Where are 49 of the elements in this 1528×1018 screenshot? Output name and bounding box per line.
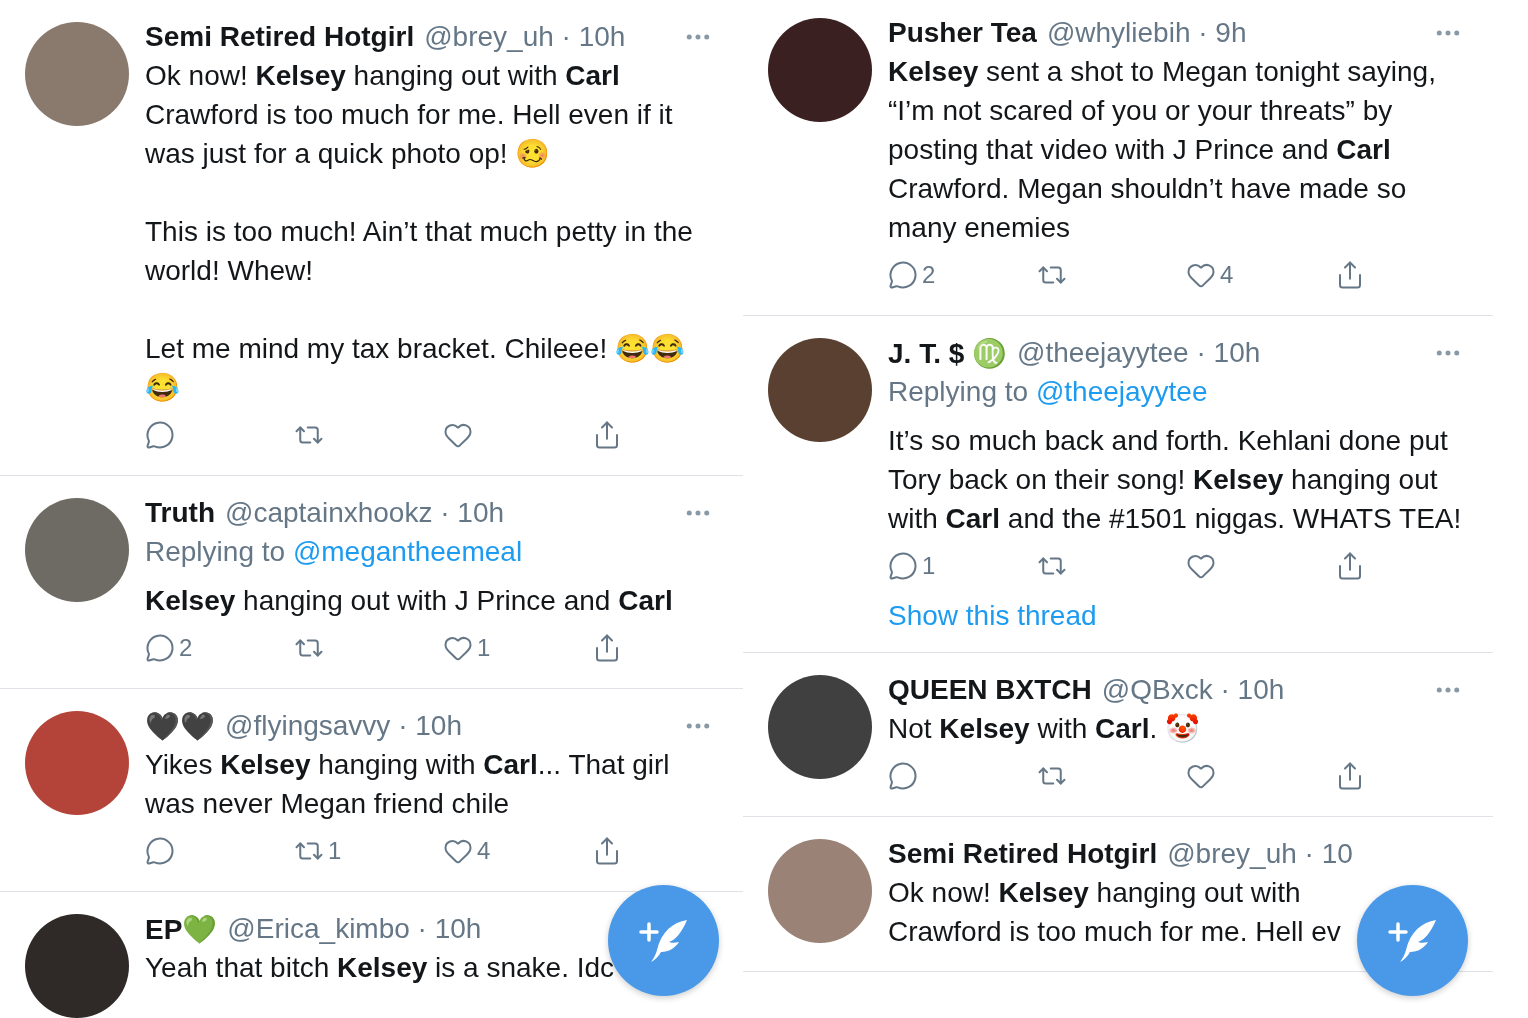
tweet-text: Let me mind my tax bracket. Chileee! 😂😂😂 xyxy=(145,332,686,405)
speech-bubble-icon xyxy=(888,551,918,581)
like-button[interactable]: 1 xyxy=(443,633,491,663)
user-name: 🖤🖤 xyxy=(145,709,215,743)
tweet-text: Kelsey hanging out with J Prince and Carl xyxy=(145,584,674,618)
mention-link[interactable]: @megantheemeal xyxy=(292,536,523,567)
retweet-button[interactable]: 1 xyxy=(294,836,342,866)
user-handle: @theejayytee · 10h xyxy=(1017,337,1261,369)
reply-button[interactable] xyxy=(145,420,175,450)
user-name: QUEEN BXTCH xyxy=(888,674,1092,706)
user-name: EP💚 xyxy=(145,912,218,946)
speech-bubble-icon xyxy=(145,836,175,866)
tweet-text: Yikes Kelsey hanging with Carl... That girl was never Megan friend chile xyxy=(145,748,671,821)
user-handle: @flyingsavvy · 10h xyxy=(225,710,462,742)
tweet-text: It’s so much back and forth. Kehlani done put Tory back on their song! Kelsey hanging out with Carl and the #1501 niggas. WHATS TEA! xyxy=(888,424,1463,536)
user-name: J. T. $ ♍ xyxy=(888,336,1008,370)
like-button[interactable]: 4 xyxy=(1186,260,1234,290)
replying-to: Replying to @megantheemeal xyxy=(145,535,524,569)
tweet-text: Yeah that bitch Kelsey is a snake. Idc xyxy=(145,951,615,985)
reply-button[interactable] xyxy=(145,836,175,866)
speech-bubble-icon xyxy=(145,633,175,663)
user-name: Truth xyxy=(145,497,215,529)
tweet-text: Ok now! Kelsey hanging out with Carl Crawford is too much for me. Hell even if it was just for a quick photo op! 🥴 xyxy=(145,59,674,171)
compose-button[interactable] xyxy=(1357,885,1468,996)
user-name: Pusher Tea xyxy=(888,17,1037,49)
tweet-text: Kelsey sent a shot to Megan tonight saying, “I’m not scared of you or your threats” by posting that video with J Prince and Carl Crawford. Megan shouldn’t have made so many enemies xyxy=(888,55,1437,245)
user-handle: @QBxck · 10h xyxy=(1101,674,1285,706)
user-handle: @brey_uh · 10h xyxy=(424,21,626,53)
like-button[interactable]: 4 xyxy=(443,836,491,866)
reply-button[interactable]: 2 xyxy=(145,633,193,663)
reply-button[interactable] xyxy=(888,761,918,791)
tweet-text: Not Kelsey with Carl. 🤡 xyxy=(888,712,1202,746)
user-handle: @Erica_kimbo · 10h xyxy=(227,913,482,945)
user-handle: @captainxhookz · 10h xyxy=(225,497,505,529)
speech-bubble-icon xyxy=(145,420,175,450)
tweet-text: Ok now! Kelsey hanging out with xyxy=(888,876,1301,910)
tweet-text: Crawford is too much for me. Hell ev xyxy=(888,915,1341,949)
reply-button[interactable]: 1 xyxy=(888,551,936,581)
reply-button[interactable]: 2 xyxy=(888,260,936,290)
replying-to: Replying to @theejayytee xyxy=(888,375,1209,409)
speech-bubble-icon xyxy=(888,761,918,791)
user-name: Semi Retired Hotgirl xyxy=(145,21,415,53)
user-handle: @brey_uh · 10 xyxy=(1167,838,1353,870)
user-handle: @whyliebih · 9h xyxy=(1046,17,1247,49)
tweet-text: This is too much! Ain’t that much petty in the world! Whew! xyxy=(145,215,694,288)
speech-bubble-icon xyxy=(888,260,918,290)
mention-link[interactable]: @theejayytee xyxy=(1035,376,1208,407)
user-name: Semi Retired Hotgirl xyxy=(888,838,1158,870)
show-thread-link[interactable]: Show this thread xyxy=(888,600,1097,632)
